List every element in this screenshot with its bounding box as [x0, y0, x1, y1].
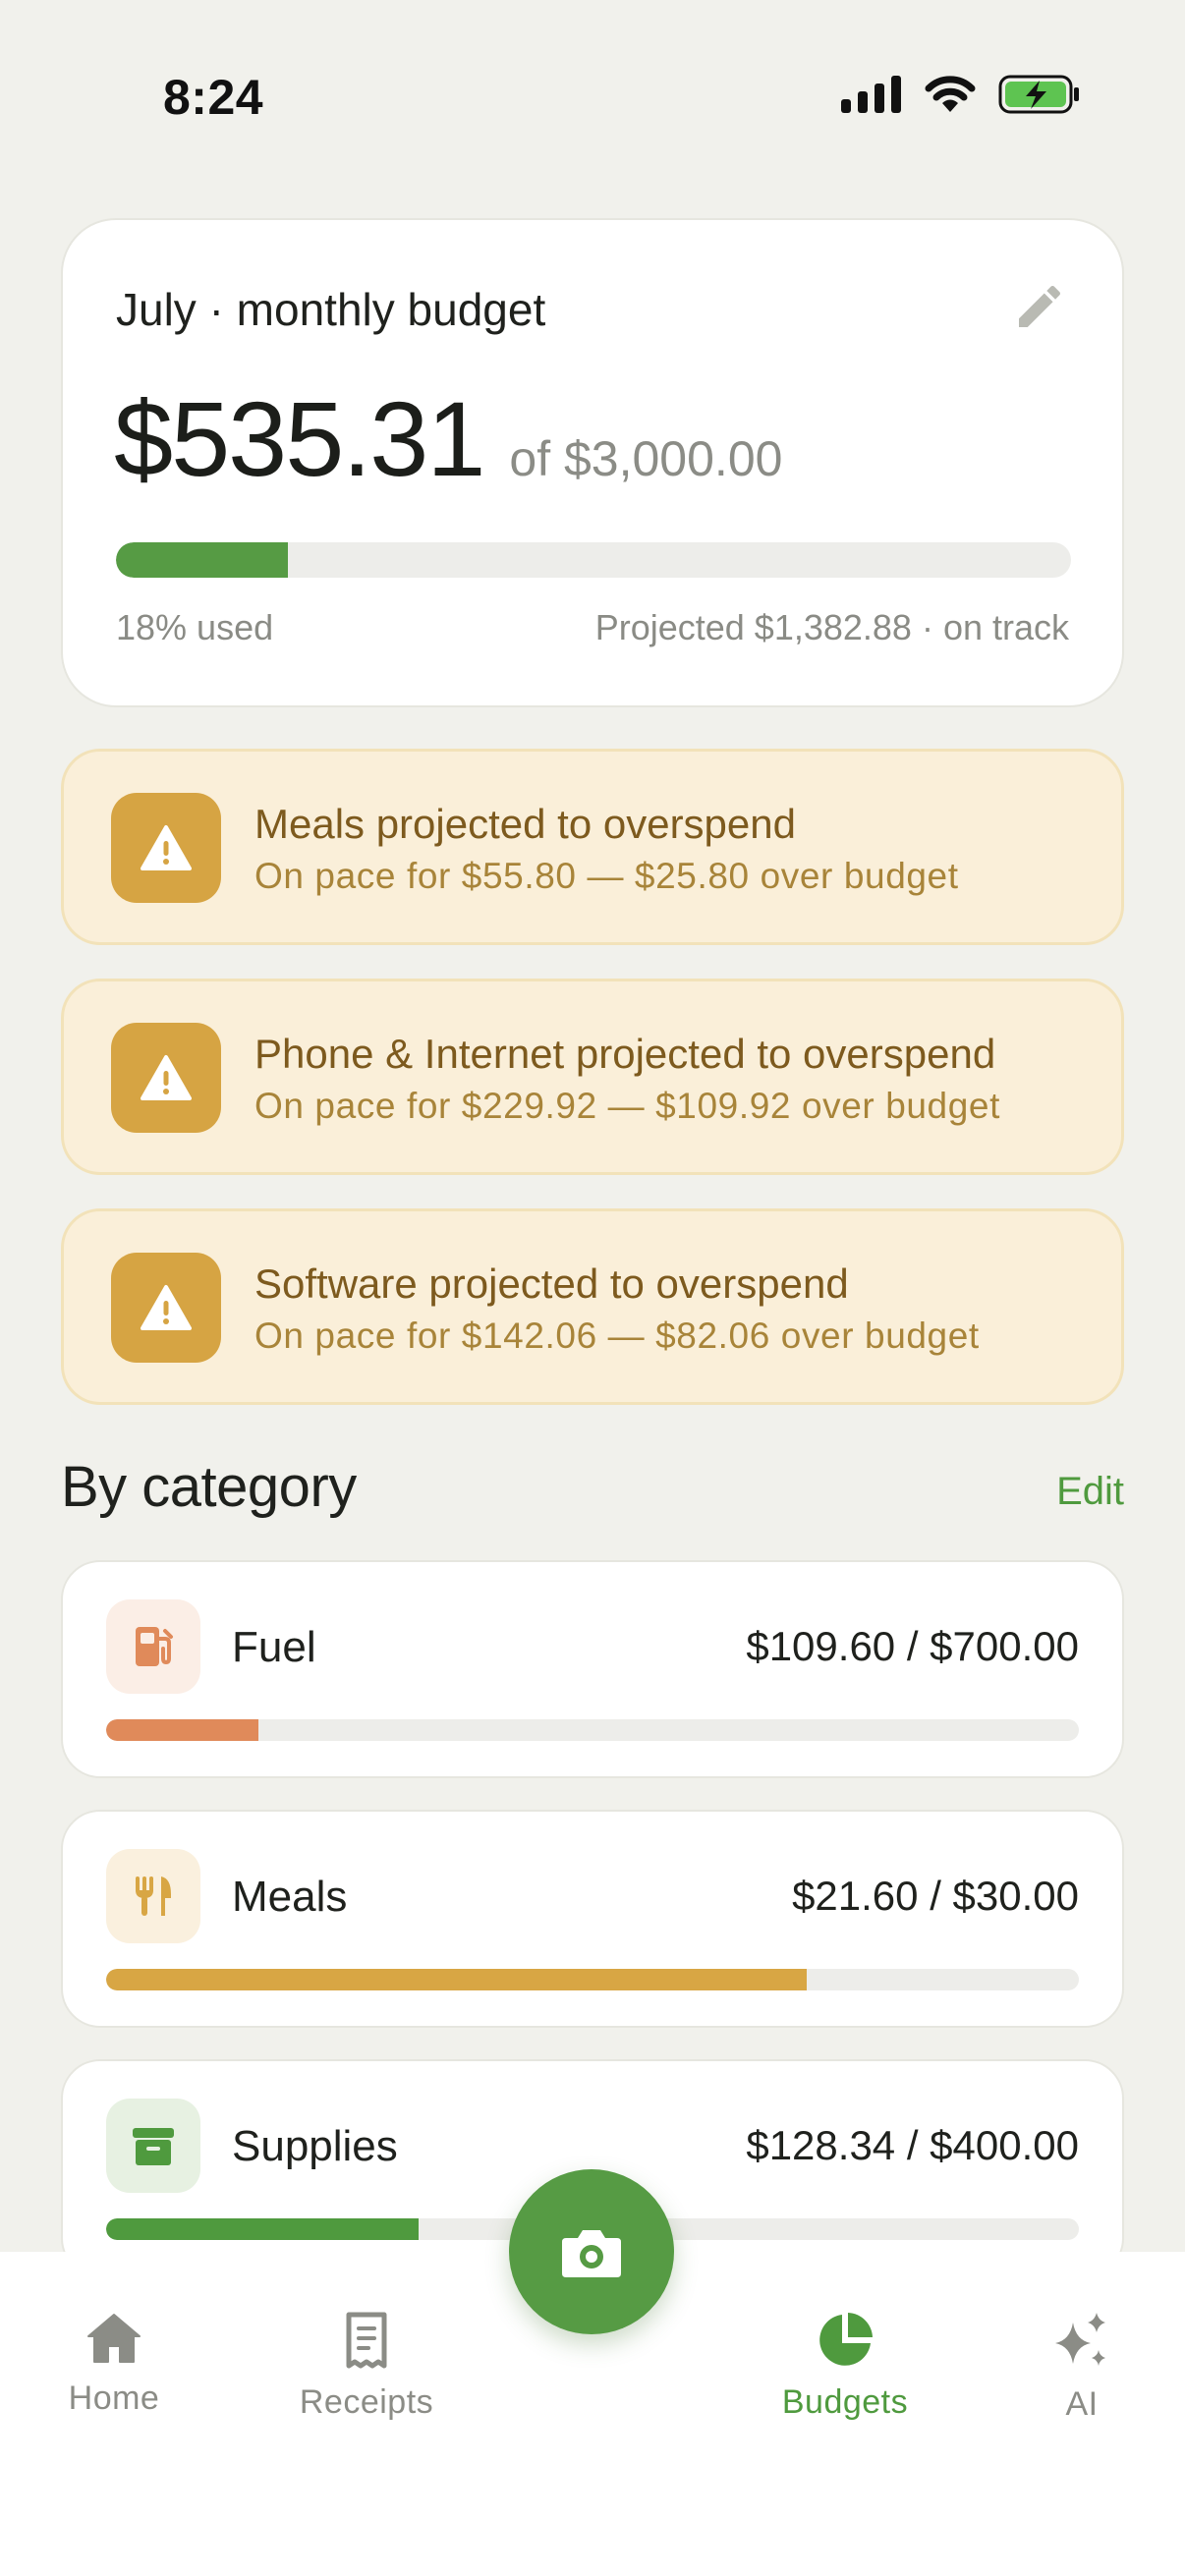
wifi-icon: [925, 76, 976, 112]
scan-receipt-button[interactable]: [509, 2169, 674, 2334]
budget-title: July · monthly budget: [116, 284, 546, 335]
category-progress-fill: [106, 1719, 259, 1741]
nav-label: Budgets: [781, 2383, 909, 2421]
category-amount: $109.60 / $700.00: [746, 1623, 1079, 1669]
category-progress-track: [106, 1719, 1079, 1741]
signal-icon: [841, 76, 901, 113]
budget-total: of $3,000.00: [509, 431, 783, 486]
monthly-budget-card: July · monthly budget $535.31 of $3,000.…: [61, 218, 1124, 707]
category-card-meals[interactable]: Meals $21.60 / $30.00: [61, 1810, 1124, 2028]
home-icon: [87, 2314, 141, 2363]
alert-subtitle: On pace for $55.80 — $25.80 over budget: [254, 856, 959, 896]
category-name: Fuel: [232, 1623, 316, 1671]
nav-label: Receipts: [299, 2383, 434, 2421]
nav-budgets[interactable]: Budgets: [757, 2311, 933, 2422]
budget-progress-track: [116, 542, 1071, 578]
alert-title: Phone & Internet projected to overspend: [254, 1031, 996, 1077]
nav-label: AI: [1065, 2385, 1099, 2423]
fuel-pump-icon: [106, 1599, 200, 1694]
alert-card-meals[interactable]: Meals projected to overspend On pace for…: [61, 749, 1124, 945]
category-name: Meals: [232, 1873, 348, 1921]
alert-subtitle: On pace for $229.92 — $109.92 over budge…: [254, 1086, 1000, 1126]
projected-status: Projected $1,382.88 · on track: [594, 607, 1069, 647]
section-title: By category: [61, 1455, 357, 1519]
alert-card-software[interactable]: Software projected to overspend On pace …: [61, 1208, 1124, 1405]
battery-charging-icon: [998, 75, 1079, 114]
used-percent: 18% used: [116, 607, 274, 647]
edit-pencil-icon[interactable]: [1012, 279, 1067, 334]
category-amount: $21.60 / $30.00: [792, 1873, 1079, 1919]
status-bar: 8:24: [0, 0, 1185, 196]
warning-icon: [111, 1023, 221, 1133]
category-progress-fill: [106, 2218, 419, 2240]
category-name: Supplies: [232, 2122, 398, 2170]
budget-progress-fill: [116, 542, 288, 578]
warning-icon: [111, 793, 221, 903]
receipt-icon: [346, 2312, 387, 2369]
alert-card-phone-internet[interactable]: Phone & Internet projected to overspend …: [61, 979, 1124, 1175]
warning-icon: [111, 1253, 221, 1363]
category-progress-fill: [106, 1969, 807, 1990]
alert-subtitle: On pace for $142.06 — $82.06 over budget: [254, 1316, 980, 1356]
spent-amount: $535.31: [114, 379, 485, 498]
category-progress-track: [106, 1969, 1079, 1990]
nav-label: Home: [68, 2380, 160, 2417]
pie-chart-icon: [819, 2313, 873, 2366]
edit-categories-button[interactable]: Edit: [1056, 1470, 1124, 1514]
nav-ai[interactable]: AI: [993, 2311, 1170, 2424]
nav-receipts[interactable]: Receipts: [278, 2311, 455, 2422]
spent-row: $535.31 of $3,000.00: [114, 377, 782, 500]
status-icons: [841, 75, 1081, 114]
fork-knife-icon: [106, 1849, 200, 1943]
sparkles-icon: [1055, 2313, 1105, 2366]
alert-title: Meals projected to overspend: [254, 801, 796, 847]
category-amount: $128.34 / $400.00: [746, 2122, 1079, 2168]
category-card-fuel[interactable]: Fuel $109.60 / $700.00: [61, 1560, 1124, 1778]
status-time: 8:24: [163, 70, 264, 125]
archive-box-icon: [106, 2099, 200, 2193]
nav-home[interactable]: Home: [26, 2311, 202, 2418]
alert-title: Software projected to overspend: [254, 1260, 849, 1307]
camera-icon: [562, 2230, 621, 2277]
